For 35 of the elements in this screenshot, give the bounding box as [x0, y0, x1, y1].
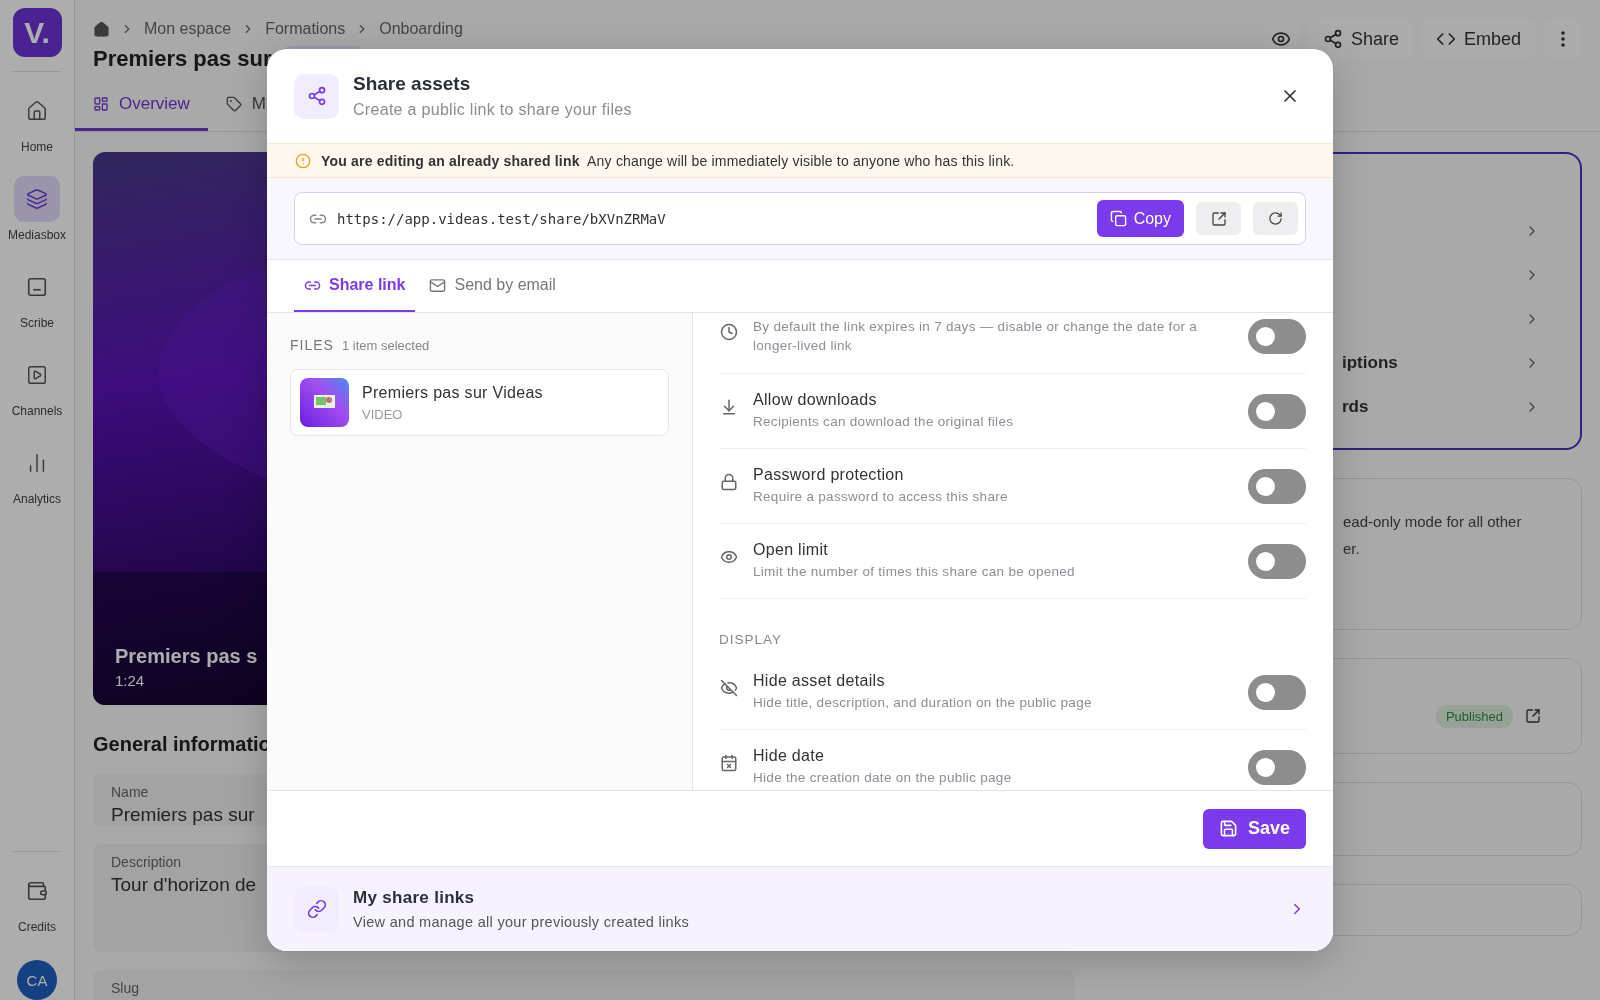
- option-description: Hide the creation date on the public page: [753, 769, 1013, 787]
- tab[interactable]: Overview: [75, 80, 208, 131]
- banner-title: My share links: [353, 888, 476, 908]
- nav-label: Credits: [18, 920, 56, 934]
- field-value: Tour d'horizon de: [111, 874, 257, 896]
- copy-button[interactable]: Copy: [1096, 200, 1184, 237]
- nav-label: Home: [21, 140, 53, 154]
- breadcrumb-link[interactable]: Formations: [265, 20, 346, 38]
- field-label: Slug: [111, 980, 141, 996]
- field-label: Name: [111, 784, 150, 800]
- app-logo[interactable]: V.: [12, 8, 62, 57]
- tab[interactable]: M: [207, 80, 285, 131]
- share-links-banner[interactable]: My share links View and manage all your previously created links: [267, 866, 1333, 951]
- page-title: Premiers pas sur: [93, 46, 272, 72]
- breadcrumb-link[interactable]: Onboarding: [379, 20, 463, 38]
- nav-label: Analytics: [13, 492, 61, 506]
- nav-label: Scribe: [20, 316, 54, 330]
- info-text: ead-only mode for all other: [1343, 513, 1523, 530]
- dialog-title: Share assets: [353, 73, 472, 95]
- field-value: Premiers pas sur: [111, 804, 255, 826]
- info-text: er.: [1343, 540, 1361, 557]
- nav-label: Channels: [11, 404, 63, 418]
- section-heading: General informatio: [93, 733, 271, 756]
- banner-description: View and manage all your previously created links: [353, 914, 691, 930]
- menu-label[interactable]: iptions: [1342, 353, 1398, 373]
- option-title: Hide date: [753, 747, 826, 765]
- nav-label: Mediasbox: [8, 228, 66, 242]
- status-badge: Published: [1435, 704, 1513, 728]
- save-button[interactable]: Save: [1202, 808, 1306, 849]
- user-avatar[interactable]: CA: [17, 960, 57, 1000]
- breadcrumb-link[interactable]: Mon espace: [144, 20, 232, 38]
- menu-label[interactable]: rds: [1342, 397, 1369, 417]
- dialog-subtitle: Create a public link to share your files: [353, 101, 633, 119]
- text-field[interactable]: Slug: [93, 970, 1074, 1000]
- field-label: Description: [111, 854, 183, 870]
